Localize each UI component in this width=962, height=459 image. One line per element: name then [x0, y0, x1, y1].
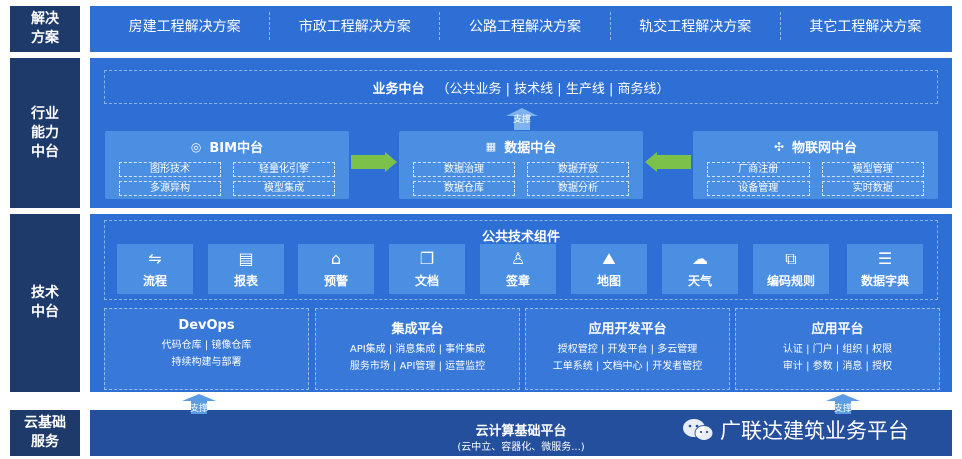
business-center-title: 业务中台: [372, 81, 425, 97]
component-label: 地图: [596, 273, 621, 288]
iot-center-box: ✣ 物联网中台 厂商注册 模型管理 设备管理 实时数据: [693, 131, 938, 199]
component-warning[interactable]: ⌂ 预警: [298, 244, 374, 294]
component-map[interactable]: ⛰ 地图: [571, 244, 647, 294]
component-label: 签章: [505, 273, 530, 288]
seal-icon: ♙: [510, 248, 526, 268]
solution-item[interactable]: 轨交工程解决方案: [611, 12, 781, 40]
bim-icon: ◎: [190, 139, 202, 154]
bim-item: 轻量化引擎: [233, 162, 335, 177]
arrow-right-icon: [351, 152, 397, 172]
component-label: 编码规则: [766, 273, 815, 288]
platform-line: 持续构建与部署: [171, 357, 242, 368]
component-flow[interactable]: ⇋ 流程: [117, 244, 193, 294]
bim-item: 多源异构: [119, 181, 221, 196]
component-code-rule[interactable]: ⧉ 编码规则: [753, 244, 829, 294]
solutions-list: 房建工程解决方案 市政工程解决方案 公路工程解决方案 轨交工程解决方案 其它工程…: [100, 12, 950, 40]
data-icon: ▦: [485, 140, 497, 153]
warning-icon: ⌂: [330, 248, 342, 268]
platform-integration[interactable]: 集成平台 API集成 | 消息集成 | 事件集成 服务市场 | API管理 | …: [315, 308, 520, 390]
component-document[interactable]: ❐ 文档: [389, 244, 465, 294]
solution-item[interactable]: 房建工程解决方案: [100, 12, 271, 40]
component-label: 文档: [414, 273, 439, 288]
data-item: 数据仓库: [413, 181, 515, 196]
arrow-left-icon: [645, 152, 691, 172]
data-center-box: ▦ 数据中台 数据治理 数据开放 数据仓库 数据分析: [399, 131, 643, 199]
platform-title: 集成平台: [391, 322, 444, 337]
component-label: 数据字典: [860, 273, 909, 288]
support-arrow-up: 支撑: [498, 108, 546, 130]
component-weather[interactable]: ☁ 天气: [662, 244, 738, 294]
component-report[interactable]: ▤ 报表: [208, 244, 284, 294]
platform-line: API集成 | 消息集成 | 事件集成: [349, 344, 486, 355]
fusion-arrow-right: 融合: [351, 152, 430, 172]
platform-devops[interactable]: DevOps 代码仓库 | 镜像仓库 持续构建与部署: [104, 308, 309, 390]
support-label: 支撑: [512, 115, 531, 125]
row-label-solutions: 解决 方案: [10, 6, 80, 52]
wechat-icon: [683, 419, 714, 441]
platform-line: 审计 | 参数 | 消息 | 授权: [782, 361, 893, 372]
platform-line: 授权管控 | 开发平台 | 多云管理: [557, 344, 698, 355]
report-icon: ▤: [238, 248, 254, 268]
row-label-cloud: 云基础 服务: [10, 410, 80, 456]
platform-line: 认证 | 门户 | 组织 | 权限: [782, 344, 893, 355]
platform-title: 应用平台: [811, 322, 864, 337]
support-label: 支撑: [189, 404, 208, 414]
iot-title: 物联网中台: [792, 141, 858, 156]
bim-item: 模型集成: [233, 181, 335, 196]
data-item: 数据开放: [527, 162, 629, 177]
iot-item: 实时数据: [821, 181, 924, 196]
component-label: 天气: [687, 273, 712, 288]
flow-icon: ⇋: [148, 248, 162, 268]
dictionary-icon: ☰: [877, 248, 893, 268]
row-label-industry: 行业 能力 中台: [10, 58, 80, 208]
solution-item[interactable]: 公路工程解决方案: [440, 12, 611, 40]
solution-item[interactable]: 市政工程解决方案: [270, 12, 441, 40]
public-components-title: 公共技术组件: [481, 230, 560, 245]
data-center-title: 数据中台: [504, 141, 557, 156]
bim-title: BIM中台: [209, 141, 264, 156]
platform-app-dev[interactable]: 应用开发平台 授权管控 | 开发平台 | 多云管理 工单系统 | 文档中心 | …: [525, 308, 730, 390]
component-label: 流程: [142, 273, 167, 288]
data-item: 数据治理: [413, 162, 515, 177]
data-item: 数据分析: [527, 181, 629, 196]
document-icon: ❐: [419, 248, 435, 268]
component-dictionary[interactable]: ☰ 数据字典: [847, 244, 923, 294]
weather-icon: ☁: [692, 248, 708, 268]
iot-item: 厂商注册: [707, 162, 810, 177]
iot-item: 模型管理: [821, 162, 924, 177]
business-center-box: 业务中台 （公共业务 | 技术线 | 生产线 | 商务线）: [104, 70, 938, 104]
watermark: 广联达建筑业务平台: [682, 415, 952, 445]
platform-app[interactable]: 应用平台 认证 | 门户 | 组织 | 权限 审计 | 参数 | 消息 | 授权: [735, 308, 940, 390]
support-label: 支撑: [833, 404, 852, 414]
component-label: 预警: [323, 273, 348, 288]
solution-item[interactable]: 其它工程解决方案: [781, 12, 950, 40]
platform-line: 服务市场 | API管理 | 运营监控: [349, 361, 486, 372]
platform-title: DevOps: [178, 318, 235, 333]
component-label: 报表: [233, 273, 258, 288]
component-seal[interactable]: ♙ 签章: [480, 244, 556, 294]
support-arrow-left: 支撑: [176, 394, 222, 418]
bim-item: 图形技术: [119, 162, 221, 177]
code-rule-icon: ⧉: [785, 248, 797, 268]
watermark-text: 广联达建筑业务平台: [720, 419, 909, 443]
map-icon: ⛰: [602, 248, 616, 268]
platform-line: 代码仓库 | 镜像仓库: [161, 340, 252, 351]
platform-title: 应用开发平台: [588, 322, 667, 337]
fusion-arrow-left: 融合: [645, 152, 724, 172]
iot-item: 设备管理: [707, 181, 810, 196]
row-label-tech: 技术 中台: [10, 214, 80, 392]
iot-icon: ✣: [773, 139, 785, 154]
business-center-detail: （公共业务 | 技术线 | 生产线 | 商务线）: [436, 81, 670, 97]
platform-line: 工单系统 | 文档中心 | 开发者管控: [552, 361, 703, 372]
bim-center-box: ◎ BIM中台 图形技术 轻量化引擎 多源异构 模型集成: [105, 131, 349, 199]
